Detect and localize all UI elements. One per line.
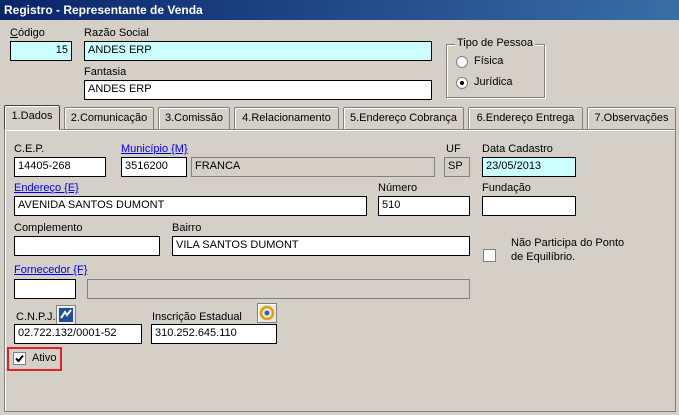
cnpj-label: C.N.P.J. [16,311,56,323]
data-cadastro-field[interactable]: 23/05/2013 [482,157,576,177]
checkmark-icon [15,354,24,363]
ponto-equilibrio-checkbox[interactable] [483,249,496,262]
endereco-link[interactable]: Endereço {E} [14,182,79,195]
ie-field[interactable]: 310.252.645.110 [151,324,277,344]
radio-juridica-label[interactable]: Jurídica [474,76,513,89]
fornecedor-name-field [87,279,470,299]
cnpj-field[interactable]: 02.722.132/0001-52 [14,324,142,344]
tab-relacionamento[interactable]: 4.Relacionamento [234,107,339,129]
tab-comissao[interactable]: 3.Comissão [158,107,230,129]
ie-lookup-button[interactable] [257,303,277,323]
fornecedor-code-field[interactable] [14,279,76,299]
cnpj-lookup-icon [59,308,73,322]
radio-fisica[interactable] [456,56,468,68]
cep-field[interactable]: 14405-268 [14,157,106,177]
codigo-label: Código [10,27,45,39]
fundacao-field[interactable] [482,196,576,216]
tab-endereco-cobranca[interactable]: 5.Endereço Cobrança [343,107,464,129]
bairro-label: Bairro [172,222,202,234]
data-cadastro-label: Data Cadastro [482,143,553,155]
tipo-pessoa-group [446,44,545,98]
uf-field: SP [444,157,470,177]
numero-field[interactable]: 510 [378,196,470,216]
numero-label: Número [378,182,418,194]
radio-fisica-label[interactable]: Física [474,55,503,68]
tab-comunicacao[interactable]: 2.Comunicação [64,107,154,129]
municipio-name-field: FRANCA [191,157,435,177]
ie-lookup-icon [259,305,275,321]
complemento-field[interactable] [14,236,160,256]
municipio-code-field[interactable]: 3516200 [121,157,187,177]
ie-label: Inscrição Estadual [152,311,242,323]
fantasia-label: Fantasia [84,66,127,78]
codigo-field[interactable]: 15 [10,41,72,61]
razao-social-label: Razão Social [84,27,149,39]
ativo-checkbox[interactable] [13,352,26,365]
tab-dados[interactable]: 1.Dados [4,105,60,130]
municipio-link[interactable]: Município {M} [121,143,188,156]
tab-endereco-entrega[interactable]: 6.Endereço Entrega [468,107,583,129]
complemento-label: Complemento [14,222,83,234]
fornecedor-link[interactable]: Fornecedor {F} [14,264,87,277]
tipo-pessoa-title: Tipo de Pessoa [455,37,536,50]
window-title: Registro - Representante de Venda [0,0,679,20]
ativo-label: Ativo [32,352,57,364]
ponto-equilibrio-label-1: Não Participa do Ponto [511,237,625,249]
razao-social-field[interactable]: ANDES ERP [84,41,432,61]
fantasia-field[interactable]: ANDES ERP [84,80,432,100]
fundacao-label: Fundação [482,182,531,194]
radio-juridica[interactable] [456,77,468,89]
cep-label: C.E.P. [14,143,45,155]
endereco-field[interactable]: AVENIDA SANTOS DUMONT [14,196,367,216]
uf-label: UF [446,143,461,155]
cnpj-lookup-button[interactable] [56,305,76,325]
tab-observacoes[interactable]: 7.Observações [587,107,676,129]
ponto-equilibrio-label-2: de Equilíbrio. [511,251,576,263]
bairro-field[interactable]: VILA SANTOS DUMONT [172,236,470,256]
codigo-label-rest: ódigo [17,27,45,39]
